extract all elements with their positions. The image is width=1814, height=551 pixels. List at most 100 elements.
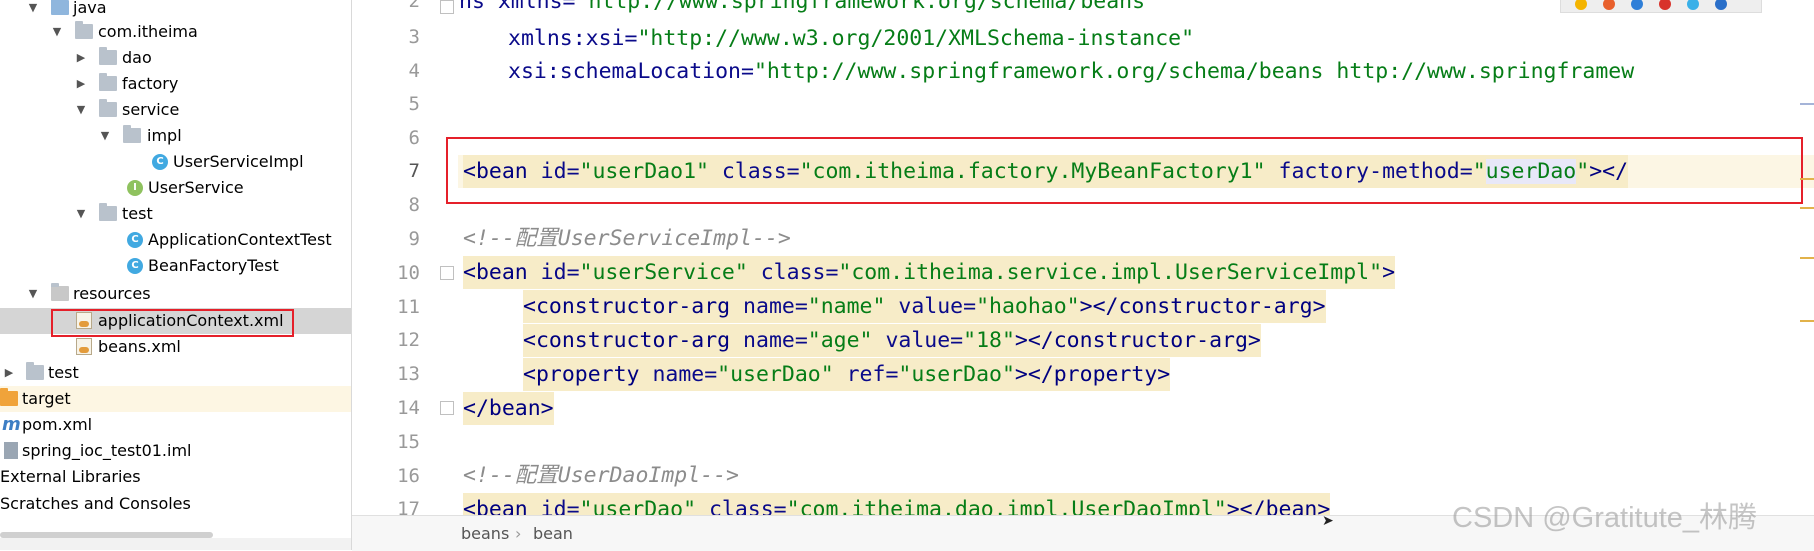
fold-marker-icon[interactable] (440, 0, 454, 14)
test-class-icon: C (127, 232, 143, 248)
line-number: 8 (408, 194, 420, 216)
tree-item-label: service (122, 100, 180, 119)
edge-icon[interactable] (1715, 0, 1727, 10)
tree-item-userserviceimpl[interactable]: C UserServiceImpl (0, 149, 351, 175)
tree-item-test-package[interactable]: ▼ test (0, 201, 351, 227)
code-token: id= (527, 260, 580, 285)
tree-item-resources[interactable]: ▼ resources (0, 281, 351, 307)
error-stripe (1800, 0, 1814, 515)
tree-item-target[interactable]: target (0, 386, 351, 412)
chevron-right-icon[interactable]: ▶ (74, 51, 88, 65)
fold-marker-icon[interactable] (440, 266, 454, 280)
tree-item-factory[interactable]: ▶ factory (0, 71, 351, 97)
module-file-icon (4, 442, 18, 459)
code-line-16[interactable]: <!--配置UserDaoImpl--> (463, 459, 739, 492)
project-tree: ▼ java ▼ com.itheima ▶ dao ▶ factory ▼ s… (0, 0, 352, 550)
code-line-10[interactable]: <bean id="userService" class="com.itheim… (463, 256, 1396, 289)
tree-item-java[interactable]: ▼ java (0, 0, 351, 21)
tree-item-beans-xml[interactable]: beans.xml (0, 334, 351, 360)
tree-item-label: target (22, 389, 71, 408)
breadcrumb-separator-icon: › (515, 524, 522, 543)
tree-item-label: test (122, 204, 153, 223)
stripe-mark[interactable] (1800, 257, 1814, 259)
tree-item-userservice[interactable]: I UserService (0, 175, 351, 201)
code-line-2[interactable]: ns xmlns="http://www.springframework.org… (459, 0, 1158, 18)
code-token: "com.itheima.service.impl.UserServiceImp… (838, 260, 1383, 285)
fold-marker-icon[interactable] (440, 401, 454, 415)
tree-item-label: beans.xml (98, 337, 181, 356)
package-icon (75, 21, 93, 39)
opera-icon[interactable] (1659, 0, 1671, 10)
folder-icon (51, 0, 69, 15)
tree-item-label: resources (73, 284, 151, 303)
chevron-down-icon[interactable]: ▼ (74, 103, 88, 117)
code-token: name= (730, 328, 808, 353)
chevron-down-icon[interactable]: ▼ (74, 207, 88, 221)
chevron-right-icon[interactable]: ▶ (2, 366, 16, 380)
code-token: "userDao" (898, 362, 1015, 387)
package-icon (99, 99, 117, 117)
tree-item-applicationcontexttest[interactable]: C ApplicationContextTest (0, 227, 351, 253)
tree-scrollbar-track (0, 538, 351, 550)
code-token: "userDao" (717, 362, 834, 387)
chevron-down-icon[interactable]: ▼ (98, 129, 112, 143)
line-number: 7 (408, 160, 420, 182)
tree-item-pom-xml[interactable]: m pom.xml (0, 412, 351, 438)
breadcrumb-item[interactable]: bean (533, 524, 573, 543)
line-number: 5 (408, 93, 420, 115)
code-token: ></constructor-arg> (1079, 294, 1326, 319)
stripe-mark[interactable] (1800, 320, 1814, 322)
chevron-down-icon[interactable]: ▼ (26, 1, 40, 15)
stripe-mark[interactable] (1800, 103, 1814, 105)
line-number: 16 (397, 465, 420, 487)
code-line-11[interactable]: <constructor-arg name="name" value="haoh… (523, 290, 1326, 323)
code-line-12[interactable]: <constructor-arg name="age" value="18"><… (523, 324, 1261, 357)
code-token: "haohao" (976, 294, 1080, 319)
line-number: 11 (397, 296, 420, 318)
code-line-9[interactable]: <!--配置UserServiceImpl--> (463, 222, 791, 255)
tree-item-test-folder[interactable]: ▶ test (0, 360, 351, 386)
tree-item-com-itheima[interactable]: ▼ com.itheima (0, 19, 351, 45)
chevron-down-icon[interactable]: ▼ (50, 25, 64, 39)
tree-item-label: com.itheima (98, 22, 198, 41)
tree-item-label: factory (122, 74, 179, 93)
chevron-right-icon[interactable]: ▶ (74, 77, 88, 91)
line-number: 15 (397, 431, 420, 453)
code-token: <constructor-arg (523, 294, 731, 319)
line-number: 14 (397, 397, 420, 419)
code-line-13[interactable]: <property name="userDao" ref="userDao"><… (523, 358, 1171, 391)
tree-item-iml[interactable]: spring_ioc_test01.iml (0, 438, 351, 464)
highlight-box-code (446, 137, 1803, 204)
line-number-gutter: 2 3 4 5 6 7 8 9 10 11 12 13 14 15 16 17 (352, 0, 458, 520)
tree-item-beanfactorytest[interactable]: C BeanFactoryTest (0, 253, 351, 279)
line-number: 6 (408, 127, 420, 149)
watermark: CSDN @Gratitute_林腾 (1452, 502, 1758, 534)
tree-item-label: spring_ioc_test01.iml (22, 441, 192, 460)
chrome-icon[interactable] (1575, 0, 1587, 10)
stripe-mark[interactable] (1800, 207, 1814, 209)
tree-item-impl[interactable]: ▼ impl (0, 123, 351, 149)
ie-icon[interactable] (1687, 0, 1699, 10)
code-line-14[interactable]: </bean> (463, 392, 554, 425)
tree-horizontal-scrollbar[interactable] (0, 532, 213, 538)
code-token: "18" (963, 328, 1015, 353)
firefox-icon[interactable] (1603, 0, 1615, 10)
code-line-4[interactable]: xsi:schemaLocation="http://www.springfra… (508, 55, 1634, 88)
code-token: xsi:schemaLocation= (508, 59, 754, 84)
code-line-3[interactable]: xmlns:xsi="http://www.w3.org/2001/XMLSch… (508, 22, 1194, 55)
safari-icon[interactable] (1631, 0, 1643, 10)
tree-item-external-libraries[interactable]: External Libraries (0, 464, 351, 490)
maven-icon: m (2, 414, 21, 435)
stripe-mark[interactable] (1800, 178, 1814, 180)
code-token: "age" (807, 328, 873, 353)
breadcrumb-item[interactable]: beans (461, 524, 509, 543)
tree-item-label: dao (122, 48, 152, 67)
code-token: class= (747, 260, 839, 285)
code-token: "name" (807, 294, 886, 319)
test-class-icon: C (127, 258, 143, 274)
tree-item-dao[interactable]: ▶ dao (0, 45, 351, 71)
code-token: "http://www.springframework.org/schema/b… (575, 0, 1158, 14)
chevron-down-icon[interactable]: ▼ (26, 287, 40, 301)
tree-item-scratches[interactable]: Scratches and Consoles (0, 491, 351, 517)
tree-item-service[interactable]: ▼ service (0, 97, 351, 123)
